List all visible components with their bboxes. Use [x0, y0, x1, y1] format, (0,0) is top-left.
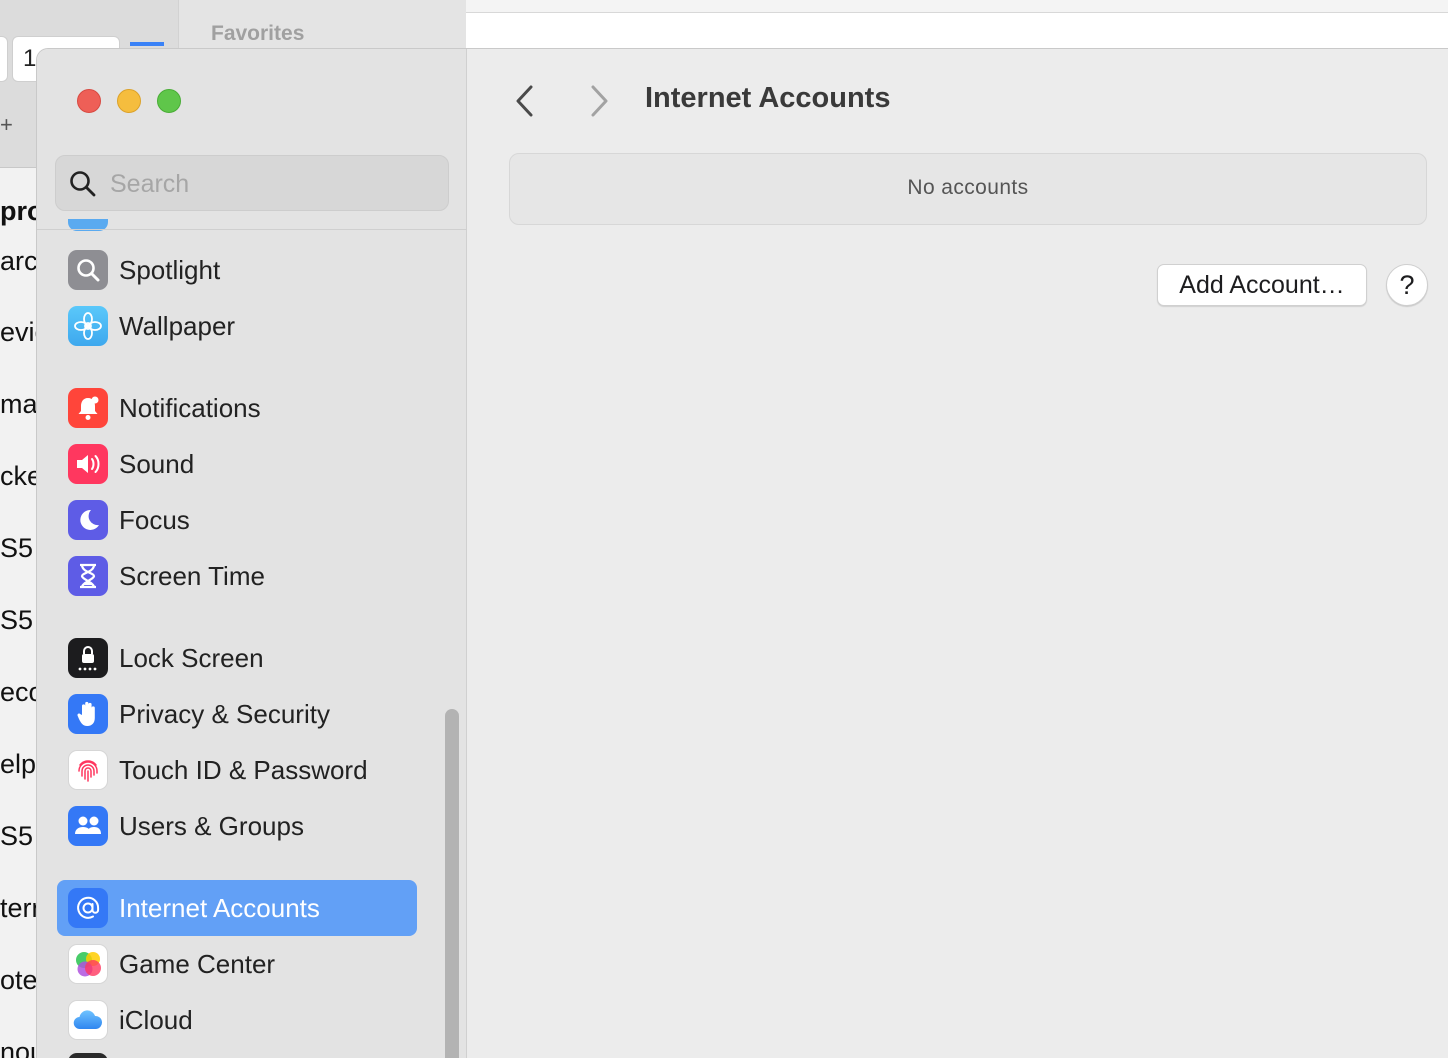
- lock-icon: [68, 638, 108, 678]
- background-plus-icon: +: [0, 112, 13, 137]
- background-text-fragment: arc: [0, 246, 38, 276]
- hourglass-icon: [68, 556, 108, 596]
- sidebar-item-sound[interactable]: Sound: [57, 436, 417, 492]
- background-field-value: 1: [23, 45, 37, 72]
- sidebar-item-label: Touch ID & Password: [119, 755, 368, 785]
- sidebar-item-screen-time[interactable]: Screen Time: [57, 548, 417, 604]
- speaker-icon: [68, 444, 108, 484]
- sidebar-item-lock-screen[interactable]: Lock Screen: [57, 630, 417, 686]
- sidebar-item-icloud[interactable]: iCloud: [57, 992, 417, 1048]
- empty-state-message: No accounts: [907, 176, 1029, 199]
- flower-icon: [68, 306, 108, 346]
- sidebar-item-label: iCloud: [119, 1005, 193, 1035]
- magnifier-icon: [68, 250, 108, 290]
- add-account-button[interactable]: Add Account…: [1157, 264, 1367, 306]
- sidebar-item-label: Notifications: [119, 393, 261, 423]
- system-settings-window: Search Spotlight Wallpaper Notifications: [36, 48, 1448, 1058]
- minimize-button[interactable]: [117, 89, 141, 113]
- page-title: Internet Accounts: [645, 82, 891, 114]
- sidebar-divider: [37, 229, 467, 230]
- sidebar-item-label: Spotlight: [119, 255, 221, 285]
- sidebar-item-internet-accounts[interactable]: Internet Accounts: [57, 880, 417, 936]
- background-field-left: [0, 36, 8, 82]
- back-chevron-icon[interactable]: [506, 79, 546, 123]
- bell-icon: [68, 388, 108, 428]
- background-text-fragment: ote: [0, 965, 38, 995]
- sidebar-item-label: Screen Time: [119, 561, 265, 591]
- content-pane: Internet Accounts No accounts Add Accoun…: [468, 49, 1448, 1058]
- at-sign-icon: [68, 888, 108, 928]
- sidebar-item-notifications[interactable]: Notifications: [57, 380, 417, 436]
- zoom-button[interactable]: [157, 89, 181, 113]
- partial-sidebar-icon: [68, 1053, 108, 1058]
- sidebar-item-label: Privacy & Security: [119, 699, 330, 729]
- moon-icon: [68, 500, 108, 540]
- accounts-list: No accounts: [509, 153, 1427, 225]
- sidebar-item-label: Wallpaper: [119, 311, 236, 341]
- search-field[interactable]: Search: [55, 155, 449, 211]
- sidebar-item-label: Users & Groups: [119, 811, 304, 841]
- close-button[interactable]: [77, 89, 101, 113]
- help-button[interactable]: ?: [1386, 264, 1428, 306]
- sidebar-item-label: Game Center: [119, 949, 276, 979]
- sidebar-item-label: Sound: [119, 449, 195, 479]
- fingerprint-icon: [68, 750, 108, 790]
- favorites-label: Favorites: [211, 22, 305, 45]
- forward-chevron-icon[interactable]: [578, 79, 618, 123]
- sidebar-item-label: Focus: [119, 505, 190, 535]
- hand-icon: [68, 694, 108, 734]
- background-accent-bar: [130, 42, 164, 46]
- game-center-icon: [68, 944, 108, 984]
- background-text-fragment: elp: [0, 749, 37, 779]
- cloud-icon: [68, 1000, 108, 1040]
- sidebar-item-spotlight[interactable]: Spotlight: [57, 242, 417, 298]
- sidebar-item-label: Internet Accounts: [119, 893, 320, 923]
- sidebar-item-touch-id-password[interactable]: Touch ID & Password: [57, 742, 417, 798]
- background-window-top: [466, 0, 1448, 48]
- sidebar-item-label: Lock Screen: [119, 643, 264, 673]
- background-window-header: Favorites: [178, 0, 466, 48]
- sidebar-item-privacy-security[interactable]: Privacy & Security: [57, 686, 417, 742]
- sidebar: Search Spotlight Wallpaper Notifications: [37, 49, 467, 1058]
- sidebar-scrollbar[interactable]: [445, 709, 459, 1058]
- search-icon: [70, 171, 96, 197]
- sidebar-item-focus[interactable]: Focus: [57, 492, 417, 548]
- sidebar-item-users-groups[interactable]: Users & Groups: [57, 798, 417, 854]
- search-placeholder: Search: [110, 170, 190, 198]
- sidebar-item-game-center[interactable]: Game Center: [57, 936, 417, 992]
- sidebar-item-wallpaper[interactable]: Wallpaper: [57, 298, 417, 354]
- users-icon: [68, 806, 108, 846]
